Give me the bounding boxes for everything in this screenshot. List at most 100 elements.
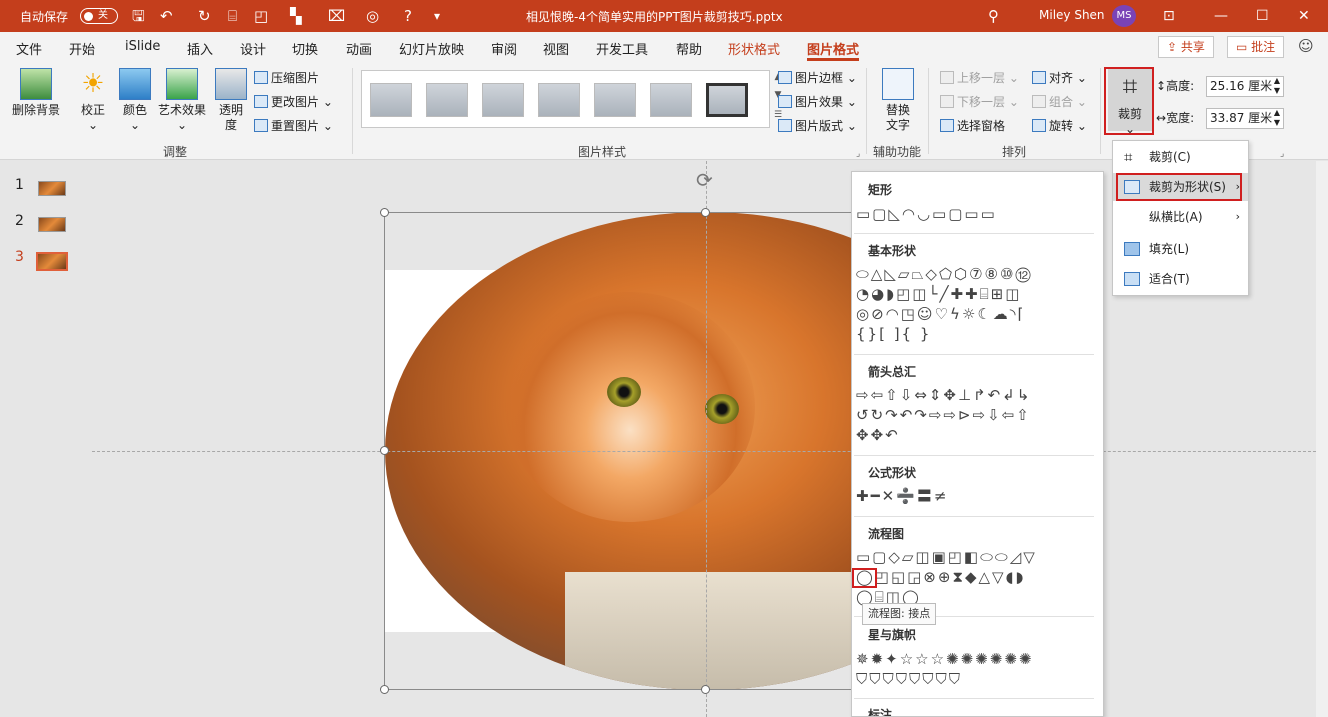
align-button[interactable]: 对齐 ⌄ <box>1032 70 1087 86</box>
slide-thumbnail[interactable] <box>38 181 66 196</box>
customize-qat-icon[interactable]: ▾ <box>434 6 440 26</box>
alt-text-button[interactable]: 替换 文字 <box>880 68 916 133</box>
group-icon <box>1032 95 1046 108</box>
send-backward-button[interactable]: 下移一层 ⌄ <box>940 94 1019 110</box>
tab-review[interactable]: 审阅 <box>491 39 517 58</box>
menu-item-fit[interactable]: 适合(T) <box>1113 265 1248 293</box>
compress-icon <box>254 71 268 84</box>
fit-icon <box>1124 272 1140 286</box>
selection-pane-button[interactable]: 选择窗格 <box>940 118 1005 134</box>
basic-shapes-row[interactable]: ◔◕◗◰◫└╱✚✚⌸⊞◫ <box>856 284 1021 304</box>
corrections-label: 校正 <box>80 103 105 117</box>
menu-item-aspect-ratio[interactable]: 纵横比(A) › <box>1113 203 1248 231</box>
equation-shapes-row[interactable]: ✚━✕➗〓≠ <box>856 486 948 506</box>
vertical-scrollbar[interactable] <box>1316 161 1328 717</box>
close-icon[interactable]: ✕ <box>1298 6 1310 26</box>
remove-background-button[interactable]: 删除背景 <box>10 68 62 118</box>
tab-slideshow[interactable]: 幻灯片放映 <box>399 39 464 58</box>
tab-insert[interactable]: 插入 <box>187 39 213 58</box>
present-icon[interactable]: ⌸ <box>228 6 237 26</box>
shape-format-icon[interactable]: ◎ <box>366 6 379 26</box>
resize-handle[interactable] <box>701 208 710 217</box>
feedback-icon[interactable]: ☺ <box>1298 36 1314 56</box>
reset-picture-label: 重置图片 <box>271 119 320 133</box>
tab-design[interactable]: 设计 <box>240 39 266 58</box>
bring-forward-button[interactable]: 上移一层 ⌄ <box>940 70 1019 86</box>
group-adjust-label: 调整 <box>163 145 188 159</box>
rotate-handle-icon[interactable]: ⟳ <box>696 168 713 192</box>
star-shapes-row[interactable]: ⛉⛉⛉⛉⛉⛉⛉⛉ <box>856 669 962 689</box>
tab-islide[interactable]: iSlide <box>125 39 160 54</box>
styles-dialog-launcher-icon[interactable]: ⌟ <box>856 146 860 162</box>
picture-effects-button[interactable]: 图片效果 ⌄ <box>778 94 857 110</box>
minimize-icon[interactable]: — <box>1214 6 1228 26</box>
tab-shape-format[interactable]: 形状格式 <box>728 39 780 58</box>
tab-developer[interactable]: 开发工具 <box>596 39 648 58</box>
picture-style-3[interactable] <box>482 83 524 117</box>
group-button[interactable]: 组合 ⌄ <box>1032 94 1087 110</box>
artistic-effects-button[interactable]: 艺术效果 ⌄ <box>156 68 208 133</box>
resize-handle[interactable] <box>380 685 389 694</box>
ribbon-display-icon[interactable]: ⊡ <box>1163 6 1175 26</box>
color-button[interactable]: 颜色 ⌄ <box>118 68 152 133</box>
resize-handle[interactable] <box>380 208 389 217</box>
rectangle-shapes-row[interactable]: ▭▢◺◠◡▭▢▭▭ <box>856 204 997 224</box>
help-icon[interactable]: ? <box>404 6 412 26</box>
group-styles-label: 图片样式 <box>578 145 627 159</box>
slide-thumbnail[interactable] <box>38 217 66 232</box>
compress-pictures-button[interactable]: 压缩图片 <box>254 70 319 86</box>
star-shapes-row[interactable]: ✵✹✦☆☆☆✺✺✺✺✺✺ <box>856 649 1033 669</box>
size-dialog-launcher-icon[interactable]: ⌟ <box>1280 146 1284 162</box>
menu-item-crop[interactable]: ⌗ 裁剪(C) <box>1113 143 1248 171</box>
tab-transitions[interactable]: 切换 <box>292 39 318 58</box>
selection-pane-icon <box>940 119 954 132</box>
reset-picture-button[interactable]: 重置图片 ⌄ <box>254 118 333 134</box>
picture-style-7[interactable] <box>706 83 748 117</box>
menu-item-fill[interactable]: 填充(L) <box>1113 235 1248 263</box>
picture-style-6[interactable] <box>650 83 692 117</box>
basic-shapes-row[interactable]: ◎⊘◠◳☺♡ϟ☼☾☁◝⌈ <box>856 304 1025 324</box>
arrow-shapes-row[interactable]: ↺↻↷↶↷⇨⇨⊳⇨⇩⇦⇧ <box>856 405 1031 425</box>
autosave-toggle[interactable]: 关 <box>80 8 118 24</box>
search-icon[interactable]: ⚲ <box>988 6 999 26</box>
flowchart-shapes-row[interactable]: ▭▢◇▱◫▣◰◧⬭⬭◿▽ <box>856 547 1037 567</box>
avatar[interactable]: MS <box>1112 5 1136 27</box>
slide-thumbnail-active[interactable] <box>36 252 68 271</box>
maximize-icon[interactable]: ☐ <box>1256 6 1269 26</box>
transparency-button[interactable]: 透明 度 <box>214 68 248 133</box>
corrections-button[interactable]: ☀ 校正 ⌄ <box>76 68 110 133</box>
picture-style-1[interactable] <box>370 83 412 117</box>
tab-home[interactable]: 开始 <box>69 39 95 58</box>
fill-color-icon[interactable]: ▚ <box>290 6 302 26</box>
redo-icon[interactable]: ↻ <box>198 6 211 26</box>
tab-help[interactable]: 帮助 <box>676 39 702 58</box>
save-icon[interactable]: 🖫 <box>132 6 145 26</box>
change-picture-label: 更改图片 <box>271 95 320 109</box>
width-field[interactable]: 33.87 厘米 ▲ ▼ <box>1206 108 1284 129</box>
basic-shapes-row[interactable]: {}[ ]{ } <box>856 324 931 344</box>
comments-button[interactable]: ▭ 批注 <box>1227 36 1285 58</box>
tab-file[interactable]: 文件 <box>16 39 42 58</box>
arrow-shapes-row[interactable]: ⇨⇦⇧⇩⇔⇕✥⊥↱↶↲↳ <box>856 385 1031 405</box>
picture-border-button[interactable]: 图片边框 ⌄ <box>778 70 857 86</box>
picture-layout-button[interactable]: 图片版式 ⌄ <box>778 118 857 134</box>
undo-icon[interactable]: ↶ <box>160 6 173 26</box>
picture-style-5[interactable] <box>594 83 636 117</box>
resize-handle[interactable] <box>380 446 389 455</box>
resize-handle[interactable] <box>701 685 710 694</box>
share-button[interactable]: ⇪ 共享 <box>1158 36 1214 58</box>
height-field[interactable]: 25.16 厘米 ▲ ▼ <box>1206 76 1284 97</box>
shapes-icon[interactable]: ◰ <box>254 6 268 26</box>
basic-shapes-row[interactable]: ⬭△◺▱⏢◇⬠⬡⑦⑧⑩⑫ <box>856 264 1033 284</box>
rotate-button[interactable]: 旋转 ⌄ <box>1032 118 1087 134</box>
tab-animations[interactable]: 动画 <box>346 39 372 58</box>
arrow-shapes-row[interactable]: ✥✥↶ <box>856 425 900 445</box>
tab-picture-format[interactable]: 图片格式 <box>807 39 860 61</box>
picture-style-2[interactable] <box>426 83 468 117</box>
picture-style-4[interactable] <box>538 83 580 117</box>
text-box-icon[interactable]: ⌧ <box>328 6 345 26</box>
tab-view[interactable]: 视图 <box>543 39 569 58</box>
user-name[interactable]: Miley Shen <box>1039 8 1105 22</box>
flowchart-shapes-row[interactable]: ◯◰◱◲⊗⊕⧗◆△▽◖◗ <box>856 567 1025 587</box>
change-picture-button[interactable]: 更改图片 ⌄ <box>254 94 333 110</box>
